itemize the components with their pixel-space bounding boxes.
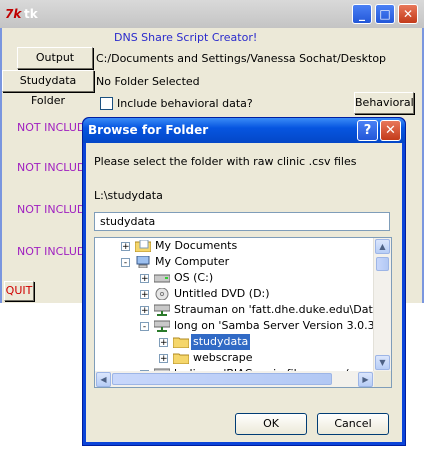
horizontal-scroll-thumb[interactable] [112, 373, 332, 385]
tree-item[interactable]: + webscrape [95, 350, 375, 366]
include-behavioral-checkbox[interactable] [100, 97, 113, 110]
tree-item-label: webscrape [193, 351, 253, 364]
tree-item[interactable]: + My Documents [95, 238, 375, 254]
vertical-scroll-thumb[interactable] [376, 257, 389, 271]
vertical-scrollbar[interactable]: ▲ ▼ [373, 238, 391, 371]
app-header: DNS Share Script Creator! [114, 31, 258, 44]
behavioral-button[interactable]: Behavioral [354, 92, 414, 114]
output-folder-path: C:/Documents and Settings/Vanessa Sochat… [96, 52, 387, 65]
folder-icon [173, 353, 189, 364]
dialog-titlebar[interactable]: Browse for Folder ? ✕ [83, 118, 405, 143]
network-drive-icon [154, 304, 170, 316]
drive-icon [154, 274, 170, 283]
dialog-close-button[interactable]: ✕ [380, 120, 401, 141]
collapse-icon[interactable]: - [121, 258, 130, 268]
window-title: tk [24, 7, 38, 21]
tree-item-label: My Documents [155, 239, 238, 252]
folder-icon [173, 337, 189, 348]
maximize-button[interactable]: □ [375, 4, 395, 24]
scroll-down-icon[interactable]: ▼ [375, 355, 390, 370]
browse-folder-dialog: Browse for Folder ? ✕ Please select the … [82, 117, 406, 446]
scroll-up-icon[interactable]: ▲ [375, 239, 390, 254]
expand-icon[interactable]: + [140, 306, 149, 316]
scroll-right-icon[interactable]: ▶ [358, 372, 373, 387]
dvd-icon [155, 288, 169, 300]
horizontal-scrollbar[interactable]: ◀ ▶ [95, 371, 374, 387]
dialog-title: Browse for Folder [88, 123, 209, 137]
include-behavioral-label: Include behavioral data? [117, 97, 253, 110]
collapse-icon[interactable]: - [140, 322, 149, 332]
documents-folder-icon [135, 240, 151, 252]
studydata-folder-path: No Folder Selected [96, 75, 200, 88]
dialog-instruction: Please select the folder with raw clinic… [94, 155, 357, 168]
selected-path: L:\studydata [94, 189, 163, 202]
tree-item-label: OS (C:) [174, 271, 214, 284]
tree-item-label: My Computer [155, 255, 230, 268]
minimize-button[interactable]: _ [352, 4, 372, 24]
main-titlebar[interactable]: 7k tk _ □ ✕ [0, 0, 424, 28]
expand-icon[interactable]: + [140, 290, 149, 300]
scroll-corner [374, 371, 391, 387]
tree-item-label: studydata [191, 334, 251, 350]
dialog-body: Please select the folder with raw clinic… [86, 143, 402, 442]
help-button[interactable]: ? [357, 120, 378, 141]
tree-item-label: long on 'Samba Server Version 3.0.33-3. [174, 319, 392, 332]
network-drive-icon [154, 320, 170, 332]
close-button[interactable]: ✕ [398, 4, 418, 24]
tree-item-selected[interactable]: + studydata [95, 334, 375, 350]
expand-icon[interactable]: + [121, 242, 130, 252]
tree-item[interactable]: - long on 'Samba Server Version 3.0.33-3… [95, 318, 391, 334]
tree-item-label: Strauman on 'fatt.dhe.duke.edu\Data' (F [174, 303, 392, 316]
quit-button[interactable]: QUIT [4, 281, 34, 301]
tree-item[interactable]: + OS (C:) [95, 270, 375, 286]
expand-icon[interactable]: + [159, 354, 168, 364]
expand-icon[interactable]: + [140, 274, 149, 284]
computer-icon [136, 256, 150, 268]
tree-item[interactable]: + Strauman on 'fatt.dhe.duke.edu\Data' (… [95, 302, 391, 318]
output-folder-button[interactable]: Output Folder [17, 47, 93, 84]
expand-icon[interactable]: + [159, 338, 168, 348]
studydata-folder-button[interactable]: Studydata Folder [2, 70, 94, 107]
folder-tree[interactable]: + My Documents - My Computer + OS (C:) +… [94, 237, 392, 388]
tree-item[interactable]: - My Computer [95, 254, 375, 270]
tree-item-label: Untitled DVD (D:) [174, 287, 270, 300]
tree-item[interactable]: + Untitled DVD (D:) [95, 286, 375, 302]
cancel-button[interactable]: Cancel [317, 413, 389, 435]
scroll-left-icon[interactable]: ◀ [96, 372, 111, 387]
tk-logo-icon: 7k [5, 7, 22, 21]
folder-name-input[interactable] [94, 212, 390, 231]
ok-button[interactable]: OK [235, 413, 307, 435]
